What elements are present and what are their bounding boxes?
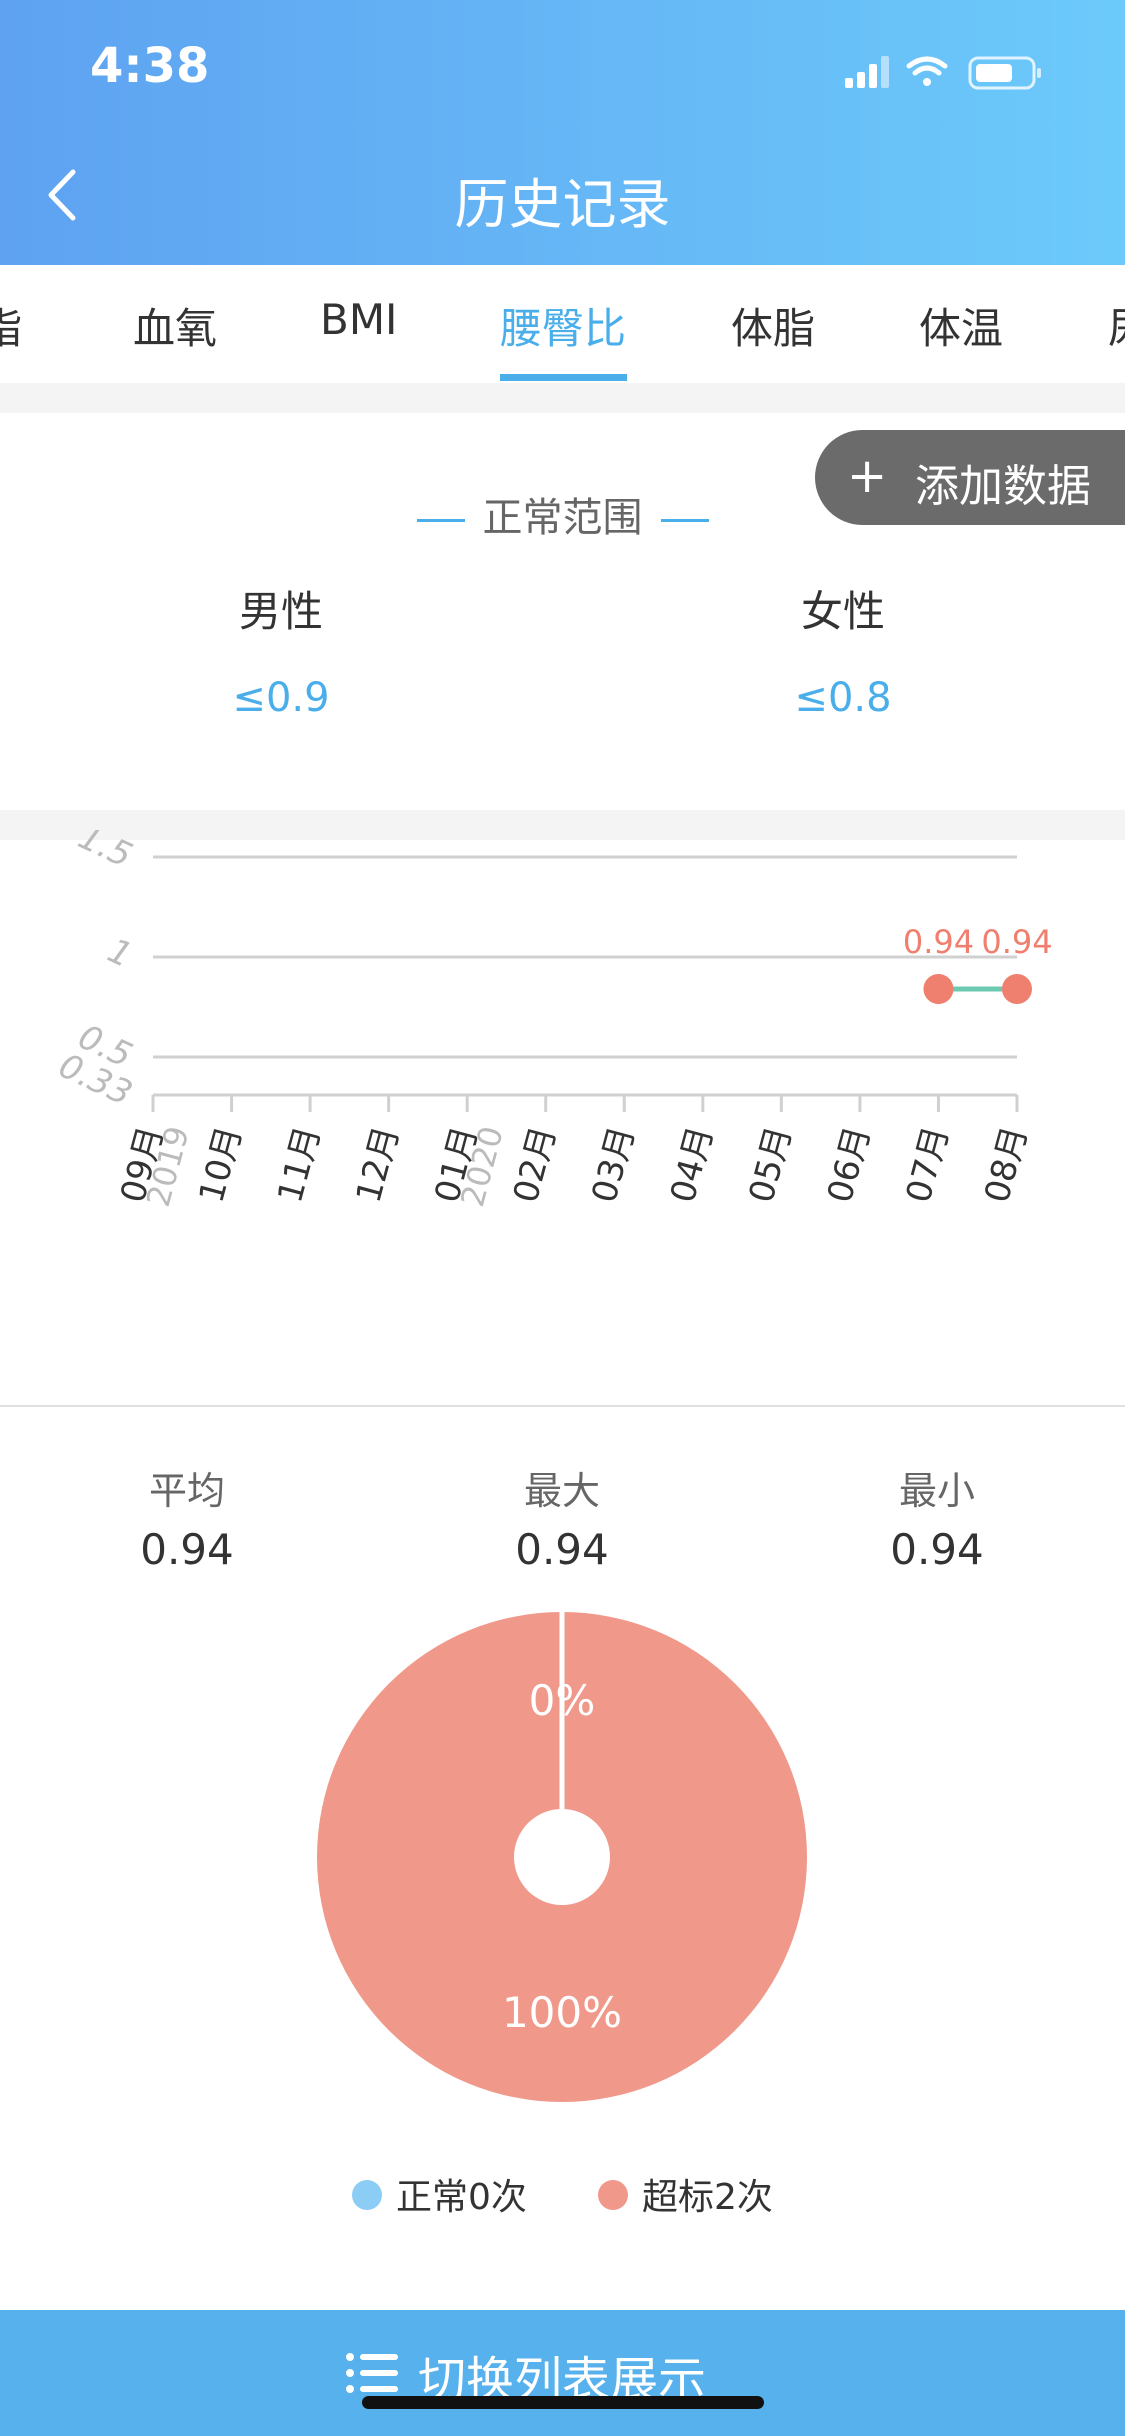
wifi-icon: [906, 56, 948, 86]
x-tick-label: 11月: [270, 1122, 329, 1207]
legend-normal-dot: [352, 2180, 382, 2210]
avg-label: 平均: [148, 1469, 225, 1513]
legend-exceed-dot: [598, 2180, 628, 2210]
page-title: 历史记录: [454, 173, 671, 236]
home-indicator: [362, 2396, 764, 2409]
pie-label-normal: 0%: [529, 1676, 596, 1725]
tab-blood-oxygen[interactable]: 血氧: [133, 295, 217, 356]
divider: [0, 1405, 1125, 1407]
data-label: 0.94: [981, 923, 1052, 961]
x-tick-label: 06月: [820, 1122, 879, 1207]
legend-exceed: 超标2次: [598, 2168, 773, 2220]
tab-active-indicator: [500, 374, 627, 381]
pie-label-exceed: 100%: [502, 1988, 622, 2037]
avg-value: 0.94: [140, 1525, 234, 1574]
max-value: 0.94: [515, 1525, 609, 1574]
min-value: 0.94: [890, 1525, 984, 1574]
status-pie-chart: 0% 100%: [317, 1612, 807, 2102]
status-icons: [845, 56, 1041, 90]
female-value: ≤0.8: [794, 675, 892, 721]
x-tick-label: 03月: [584, 1122, 643, 1207]
divider-dash: [660, 518, 709, 522]
male-label: 男性: [238, 587, 323, 636]
pie-hole: [514, 1809, 610, 1905]
y-tick-label: 1: [102, 931, 139, 976]
x-tick-label: 04月: [663, 1122, 722, 1207]
waist-hip-line-chart: 1.510.50.3309月 10月 11月 12月 01月 02月 03月 04月 05月 06…: [53, 830, 1053, 1211]
female-label: 女性: [800, 587, 885, 636]
x-tick-label: 02月: [506, 1122, 565, 1207]
tab-urine[interactable]: 尿: [1108, 295, 1125, 356]
data-label: 0.94: [903, 923, 974, 961]
section-gap: [0, 383, 1125, 413]
data-point: [923, 974, 954, 1004]
header: 4:38 历史记录: [0, 0, 1125, 265]
tab-body-temperature[interactable]: 体温: [919, 295, 1003, 356]
tab-waist-hip-ratio[interactable]: 腰臀比: [500, 295, 626, 356]
normal-range-text: 正常范围: [482, 495, 643, 541]
x-tick-label: 05月: [741, 1122, 800, 1207]
legend-normal: 正常0次: [352, 2168, 527, 2220]
x-tick-label: 12月: [349, 1122, 408, 1207]
tab-bar: 脂 血氧 BMI 腰臀比 体脂 体温 尿: [0, 265, 1125, 384]
signal-icon: [845, 56, 889, 88]
min-label: 最小: [898, 1469, 975, 1513]
list-icon: [346, 2353, 398, 2393]
legend-exceed-label: 超标2次: [642, 2177, 773, 2218]
status-time: 4:38: [90, 38, 210, 94]
max-label: 最大: [523, 1469, 600, 1513]
male-value: ≤0.9: [232, 675, 330, 721]
battery-icon: [968, 56, 1041, 90]
x-tick-label: 10月: [192, 1122, 251, 1207]
switch-list-view-button[interactable]: 切换列表展示: [0, 2310, 1125, 2436]
normal-range-title: 正常范围: [0, 485, 1125, 543]
tab-bmi[interactable]: BMI: [320, 295, 397, 344]
y-tick-label: 1.5: [72, 830, 138, 876]
tab-body-fat[interactable]: 体脂: [731, 295, 815, 356]
divider-dash: [416, 518, 465, 522]
x-tick-label: 08月: [977, 1122, 1036, 1207]
legend-normal-label: 正常0次: [396, 2177, 527, 2218]
tab-blood-lipid[interactable]: 脂: [0, 295, 22, 356]
data-point: [1002, 974, 1032, 1004]
x-tick-label: 07月: [899, 1122, 958, 1207]
